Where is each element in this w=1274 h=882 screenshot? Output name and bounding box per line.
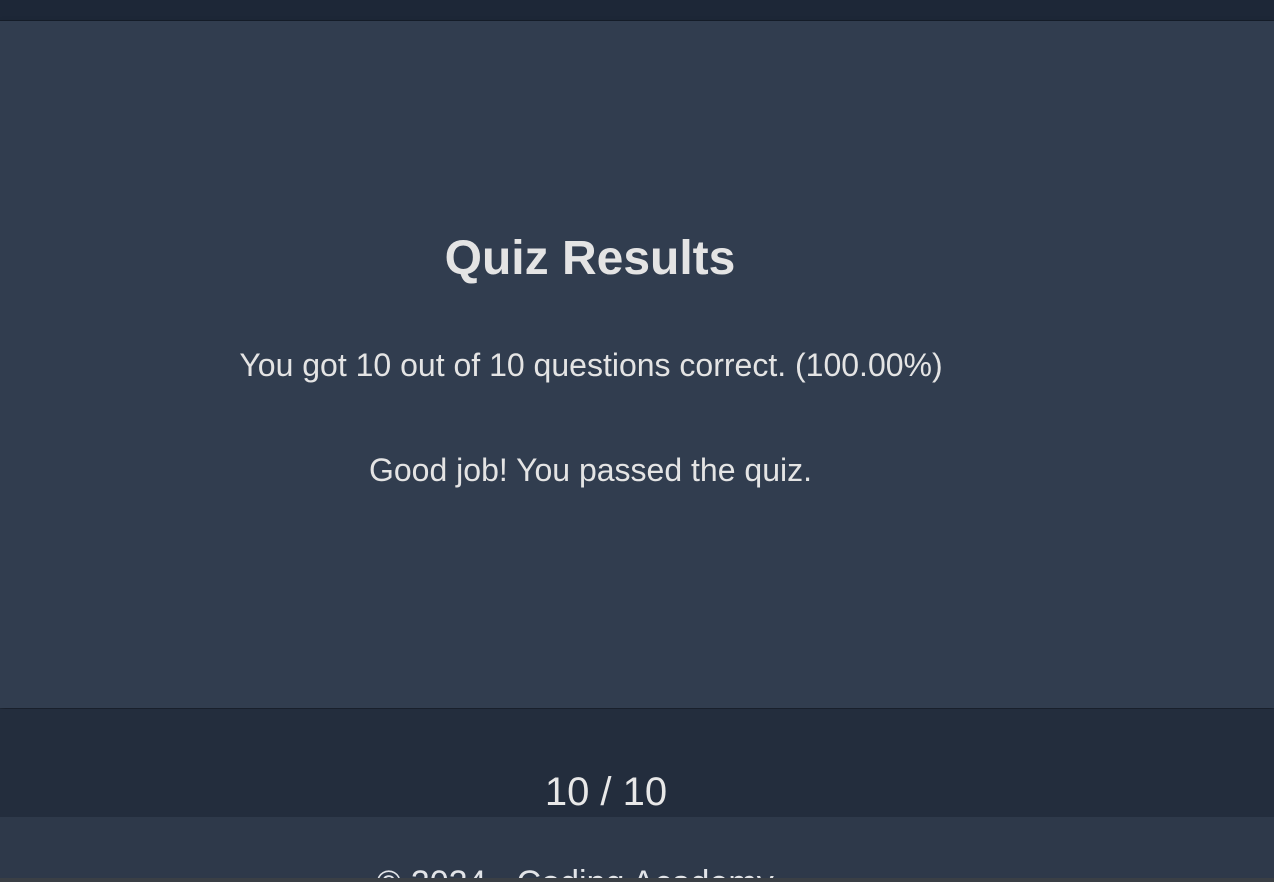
question-counter: 10 / 10: [544, 770, 668, 814]
score-text: You got 10 out of 10 questions correct. …: [239, 347, 943, 383]
progress-area: 10 / 10: [0, 709, 1274, 817]
top-bar: [0, 0, 1274, 21]
pass-message: Good job! You passed the quiz.: [368, 452, 812, 488]
results-card: Quiz Results You got 10 out of 10 questi…: [0, 21, 1274, 708]
footer: © 2024 · Coding Academy: [0, 817, 1274, 882]
window-bottom-edge: [0, 878, 1274, 882]
results-title: Quiz Results: [444, 232, 736, 285]
